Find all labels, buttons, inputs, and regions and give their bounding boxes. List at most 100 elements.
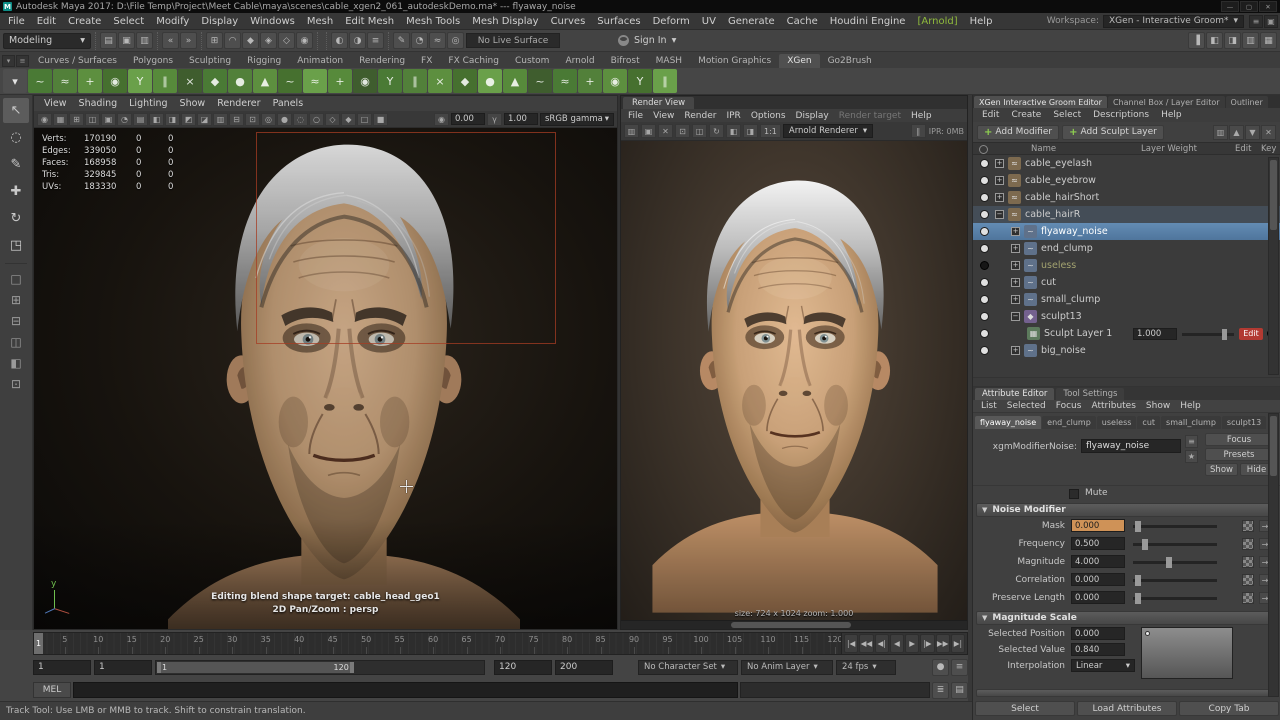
- layout-two-pane-side[interactable]: ◫: [3, 332, 29, 351]
- xgen-shelf-tool-icon[interactable]: Y: [628, 69, 652, 93]
- animation-preferences-icon[interactable]: ≡: [951, 658, 968, 676]
- save-image-icon[interactable]: ▥: [624, 124, 639, 138]
- xgen-shelf-tool-icon[interactable]: ~: [28, 69, 52, 93]
- paint-effects-icon[interactable]: ✎: [393, 32, 410, 49]
- expand-icon[interactable]: +: [1011, 278, 1020, 287]
- exposure-field[interactable]: 0.00: [451, 113, 485, 125]
- rotate-tool[interactable]: ↻: [3, 206, 29, 231]
- visibility-dot[interactable]: [980, 227, 989, 236]
- menu-select[interactable]: Select: [107, 16, 150, 27]
- show-button[interactable]: Show: [1205, 463, 1238, 476]
- layout-custom[interactable]: ⊡: [3, 374, 29, 393]
- scale-tool[interactable]: ◳: [3, 233, 29, 258]
- shelf-tab-bifrost[interactable]: Bifrost: [603, 54, 648, 68]
- menu-deform[interactable]: Deform: [647, 16, 696, 27]
- groom-menu-help[interactable]: Help: [1155, 110, 1188, 120]
- render-view-menu-view[interactable]: View: [648, 111, 679, 121]
- film-gate-icon[interactable]: ◨: [165, 112, 180, 126]
- slider-handle[interactable]: [1135, 593, 1141, 604]
- preserve-length-field[interactable]: 0.000: [1071, 591, 1125, 604]
- menu-set-dropdown[interactable]: Modeling ▾: [3, 32, 91, 49]
- range-slider-bar[interactable]: 1 120: [157, 661, 354, 673]
- character-controls-toggle-icon[interactable]: ◧: [1206, 32, 1223, 49]
- wireframe-mode-icon[interactable]: ◎: [261, 112, 276, 126]
- attribute-editor-scrollbar[interactable]: [1268, 413, 1279, 697]
- xgen-shelf-tool-icon[interactable]: ◉: [103, 69, 127, 93]
- menu-curves[interactable]: Curves: [545, 16, 592, 27]
- select-button[interactable]: Select: [975, 701, 1075, 716]
- ae-menu-attributes[interactable]: Attributes: [1086, 401, 1140, 411]
- xgen-shelf-tool-icon[interactable]: ≈: [553, 69, 577, 93]
- collapse-icon[interactable]: −: [995, 210, 1004, 219]
- expand-icon[interactable]: +: [995, 159, 1004, 168]
- open-scene-icon[interactable]: ▣: [118, 32, 135, 49]
- tool-settings-toggle-icon[interactable]: ▥: [1242, 32, 1259, 49]
- render-view-menu-help[interactable]: Help: [906, 111, 937, 121]
- expand-icon[interactable]: +: [1011, 346, 1020, 355]
- tree-row[interactable]: + ~ end_clump: [973, 240, 1280, 257]
- scrollbar-thumb[interactable]: [1270, 160, 1277, 230]
- correlation-field[interactable]: 0.000: [1071, 573, 1125, 586]
- shelf-tab-rigging[interactable]: Rigging: [239, 54, 289, 68]
- visibility-dot[interactable]: [980, 261, 989, 270]
- shelf-tab-custom[interactable]: Custom: [507, 54, 557, 68]
- step-back-one-frame-button[interactable]: ◀|: [874, 634, 889, 653]
- panel-tab-channel-box-layer-editor[interactable]: Channel Box / Layer Editor: [1107, 96, 1225, 108]
- shelf-tab-arnold[interactable]: Arnold: [557, 54, 602, 68]
- step-forward-one-frame-button[interactable]: |▶: [920, 634, 935, 653]
- lock-camera-icon[interactable]: ▦: [53, 112, 68, 126]
- rendered-image-canvas[interactable]: size: 724 x 1024 zoom: 1.000: [621, 141, 967, 629]
- horizontal-scrollbar[interactable]: [621, 620, 967, 629]
- mel-language-button[interactable]: MEL: [33, 682, 71, 698]
- texture-map-button[interactable]: [1242, 592, 1254, 604]
- pause-ipr-icon[interactable]: ∥: [910, 124, 926, 138]
- shelf-popup-icon[interactable]: ▾: [3, 69, 27, 93]
- viewport-menu-panels[interactable]: Panels: [267, 98, 310, 109]
- shelf-tab-rendering[interactable]: Rendering: [351, 54, 413, 68]
- collapse-icon[interactable]: −: [1011, 312, 1020, 321]
- colorspace-dropdown[interactable]: sRGB gamma ▾: [540, 112, 614, 126]
- scrollbar-thumb[interactable]: [731, 622, 851, 628]
- move-up-icon[interactable]: ▲: [1229, 124, 1244, 140]
- ae-panel-tab-tool-settings[interactable]: Tool Settings: [1056, 388, 1125, 400]
- lasso-select-tool[interactable]: ◌: [3, 125, 29, 150]
- render-view-menu-file[interactable]: File: [623, 111, 648, 121]
- visibility-dot[interactable]: [980, 176, 989, 185]
- display-toggle-icon[interactable]: ▥: [1213, 124, 1228, 140]
- ae-menu-focus[interactable]: Focus: [1051, 401, 1087, 411]
- visibility-dot[interactable]: [980, 159, 989, 168]
- menu-houdini-engine[interactable]: Houdini Engine: [824, 16, 912, 27]
- gamma-field[interactable]: 1.00: [504, 113, 538, 125]
- xgen-shelf-tool-icon[interactable]: ≈: [53, 69, 77, 93]
- collapsed-section-header[interactable]: [976, 689, 1277, 697]
- tree-row[interactable]: + ~ flyaway_noise: [973, 223, 1280, 240]
- channel-box-toggle-icon[interactable]: ▦: [1260, 32, 1277, 49]
- groom-menu-select[interactable]: Select: [1047, 110, 1087, 120]
- groom-menu-create[interactable]: Create: [1005, 110, 1047, 120]
- save-scene-icon[interactable]: ▥: [136, 32, 153, 49]
- xgen-shelf-tool-icon[interactable]: ~: [528, 69, 552, 93]
- menu-arnold[interactable]: [Arnold]: [911, 16, 963, 27]
- attribute-slider[interactable]: [1133, 557, 1217, 568]
- noise-modifier-section-header[interactable]: ▼ Noise Modifier: [976, 503, 1277, 517]
- delete-icon[interactable]: ✕: [1261, 124, 1276, 140]
- ipr-render-icon[interactable]: ◑: [349, 32, 366, 49]
- attribute-editor-toggle-icon[interactable]: ◨: [1224, 32, 1241, 49]
- xgen-shelf-tool-icon[interactable]: ∥: [403, 69, 427, 93]
- groom-menu-edit[interactable]: Edit: [976, 110, 1005, 120]
- rgb-channel-icon[interactable]: ◧: [726, 124, 741, 138]
- snapshot-icon[interactable]: ◫: [692, 124, 707, 138]
- selected-position-field[interactable]: 0.000: [1071, 627, 1125, 640]
- toon-shading-icon[interactable]: ◔: [411, 32, 428, 49]
- xgen-shelf-tool-icon[interactable]: +: [578, 69, 602, 93]
- menu-edit[interactable]: Edit: [31, 16, 62, 27]
- visibility-dot[interactable]: [980, 346, 989, 355]
- xgen-shelf-tool-icon[interactable]: Y: [378, 69, 402, 93]
- menu-help[interactable]: Help: [964, 16, 999, 27]
- anim-layer-dropdown[interactable]: No Anim Layer ▾: [741, 659, 833, 675]
- field-chart-icon[interactable]: ▥: [213, 112, 228, 126]
- range-handle-right[interactable]: [349, 661, 354, 673]
- tree-row[interactable]: + ≈ cable_eyebrow: [973, 172, 1280, 189]
- menu-mesh-tools[interactable]: Mesh Tools: [400, 16, 466, 27]
- load-attributes-button[interactable]: Load Attributes: [1077, 701, 1177, 716]
